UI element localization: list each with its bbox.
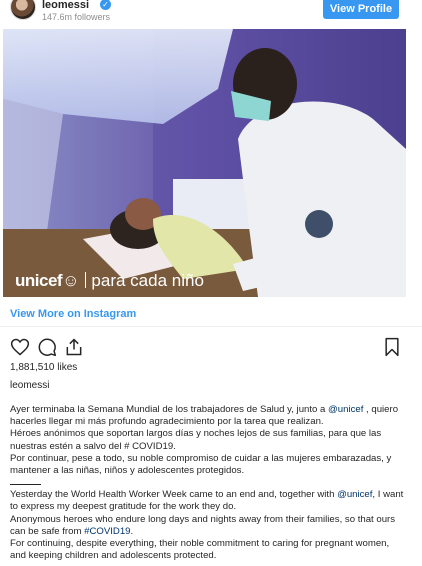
- heart-icon[interactable]: [10, 337, 30, 357]
- view-profile-button[interactable]: View Profile: [323, 0, 399, 19]
- caption-en-paragraph: Anonymous heroes who endure long days an…: [10, 514, 406, 538]
- caption-es-paragraph: Héroes anónimos que soportan largos días…: [10, 428, 382, 452]
- avatar[interactable]: [10, 0, 36, 20]
- post-caption: Ayer terminaba la Semana Mundial de los …: [10, 404, 406, 562]
- unicef-tagline: para cada niño: [91, 271, 204, 290]
- bookmark-icon[interactable]: [382, 337, 402, 357]
- follower-count: 147.6m followers: [42, 12, 111, 22]
- caption-text: Yesterday the World Health Worker Week c…: [10, 489, 338, 501]
- post-owner[interactable]: leomessi: [10, 380, 49, 391]
- caption-rule: [10, 484, 41, 486]
- photo-illustration: [3, 29, 406, 297]
- mention-link[interactable]: @unicef: [328, 404, 363, 415]
- caption-es-paragraph: Ayer terminaba la Semana Mundial de los …: [10, 404, 406, 428]
- comment-icon[interactable]: [37, 337, 57, 357]
- view-more-link[interactable]: View More on Instagram: [10, 308, 136, 320]
- caption-en-paragraph: Yesterday the World Health Worker Week c…: [10, 489, 406, 513]
- share-icon[interactable]: [64, 337, 84, 357]
- hashtag-link[interactable]: #COVID19: [84, 526, 130, 537]
- caption-es-paragraph: Por continuar, pese a todo, su noble com…: [10, 452, 392, 477]
- unicef-globe-icon: ☺: [62, 271, 80, 290]
- unicef-watermark: unicef☺ para cada niño: [15, 271, 204, 291]
- post-header: leomessi ✓ 147.6m followers View Profile: [0, 0, 422, 28]
- caption-text: Anonymous heroes who endure long days an…: [10, 513, 396, 537]
- mention-link[interactable]: @unicef: [337, 489, 372, 500]
- divider: [0, 326, 422, 327]
- caption-text: .: [130, 525, 134, 537]
- post-image[interactable]: unicef☺ para cada niño: [3, 29, 406, 297]
- caption-spacer: [10, 477, 406, 489]
- username[interactable]: leomessi: [42, 0, 89, 11]
- caption-text: Ayer terminaba la Semana Mundial de los …: [10, 404, 329, 415]
- watermark-divider: [85, 272, 87, 288]
- unicef-logo: unicef: [15, 271, 63, 290]
- like-count[interactable]: 1,881,510 likes: [10, 362, 77, 373]
- verified-badge-icon: ✓: [100, 0, 111, 10]
- caption-en-paragraph: For continuing, despite everything, thei…: [10, 538, 390, 562]
